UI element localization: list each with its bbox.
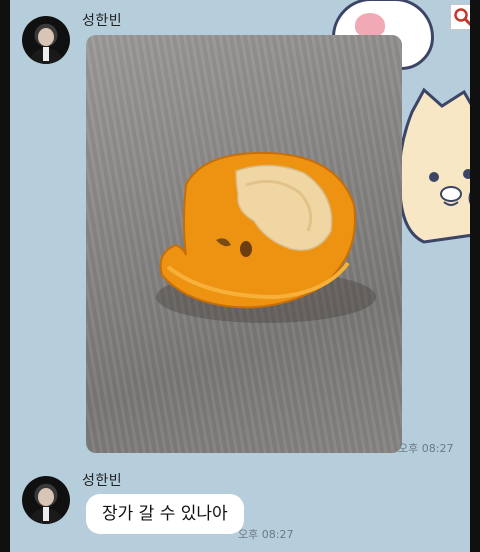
orange-peel-image bbox=[156, 151, 376, 323]
search-icon bbox=[454, 8, 470, 26]
wallpaper-heart-icon bbox=[355, 13, 385, 37]
message-time: 오후 08:27 bbox=[238, 528, 294, 541]
wallpaper-bear-icon bbox=[397, 87, 470, 244]
chat-area: 성한빈 오후 08:27 성한빈 장가 갈 수 있나아 오후 08:27 bbox=[10, 0, 470, 552]
sender-name: 성한빈 bbox=[82, 473, 123, 489]
image-message[interactable] bbox=[86, 35, 402, 453]
search-button[interactable] bbox=[450, 4, 470, 30]
avatar[interactable] bbox=[22, 476, 70, 524]
avatar[interactable] bbox=[22, 16, 70, 64]
sender-name: 성한빈 bbox=[82, 13, 123, 29]
text-message-bubble[interactable]: 장가 갈 수 있나아 bbox=[86, 494, 244, 534]
message-time: 오후 08:27 bbox=[398, 442, 454, 455]
